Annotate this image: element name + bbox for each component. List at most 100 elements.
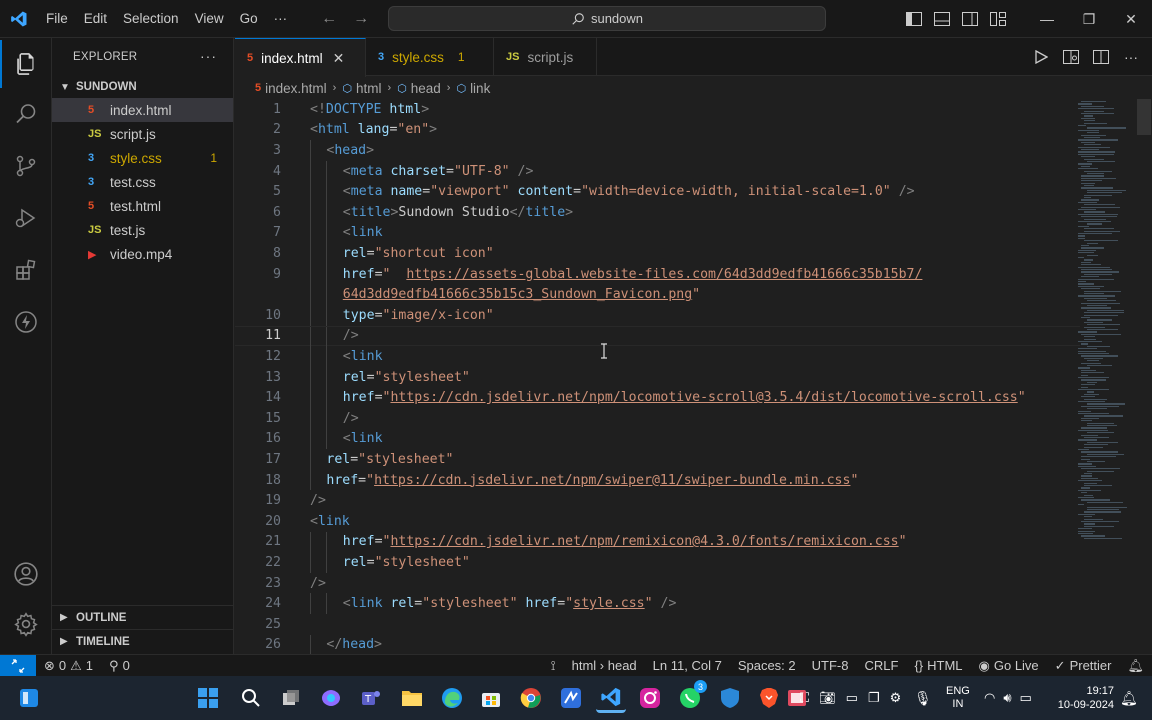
language-indicator[interactable]: ENG IN: [946, 676, 970, 720]
code-line[interactable]: 22 rel="stylesheet": [235, 552, 1080, 573]
code-line[interactable]: 1 <!DOCTYPE html>: [235, 99, 1080, 120]
minimize-button[interactable]: —: [1026, 0, 1068, 38]
remote-indicator-icon[interactable]: [0, 654, 36, 677]
code-line[interactable]: 14 href="https://cdn.jsdelivr.net/npm/loc…: [235, 387, 1080, 408]
teams-icon[interactable]: T: [356, 683, 386, 713]
language-mode[interactable]: {} HTML: [906, 658, 970, 673]
window-capture-icon[interactable]: ❐: [868, 690, 880, 706]
instagram-icon[interactable]: [635, 683, 665, 713]
minimap[interactable]: [1078, 99, 1136, 549]
customize-layout-icon[interactable]: [984, 0, 1012, 38]
split-editor-icon[interactable]: [1088, 44, 1114, 70]
prettier-button[interactable]: ✓ Prettier: [1047, 658, 1120, 674]
toggle-panel-icon[interactable]: [928, 0, 956, 38]
menu-go[interactable]: Go: [232, 0, 266, 38]
windows-widget-icon[interactable]: [14, 683, 44, 713]
code-line[interactable]: 6 <title>Sundown Studio</title>: [235, 202, 1080, 223]
status-breadcrumb[interactable]: html › head: [564, 658, 645, 673]
code-line[interactable]: 15 />: [235, 408, 1080, 429]
whatsapp-icon[interactable]: 3: [675, 680, 707, 713]
code-line[interactable]: 10 type="image/x-icon": [235, 305, 1080, 326]
code-line[interactable]: 12 <link: [235, 346, 1080, 367]
menu-more-button[interactable]: ···: [266, 0, 296, 38]
vector-app-icon[interactable]: [556, 683, 586, 713]
camera-icon[interactable]: 📷︎: [819, 690, 836, 706]
close-tab-icon[interactable]: ✕: [333, 50, 345, 67]
tab-style-css[interactable]: 3 style.css 1: [366, 38, 494, 76]
back-arrow-icon[interactable]: ←: [313, 10, 345, 28]
breadcrumb-head[interactable]: head: [411, 81, 441, 96]
breadcrumb-html[interactable]: html: [356, 81, 382, 96]
outline-section[interactable]: ▶ OUTLINE: [52, 605, 234, 629]
menu-edit[interactable]: Edit: [76, 0, 115, 38]
code-line[interactable]: 25: [235, 614, 1080, 635]
file-item[interactable]: ▶ video.mp4: [52, 242, 233, 266]
code-line[interactable]: 4 <meta charset="UTF-8" />: [235, 160, 1080, 182]
indentation[interactable]: Spaces: 2: [730, 658, 804, 673]
ports-status[interactable]: ⚲ 0: [101, 658, 138, 674]
search-view-icon[interactable]: [0, 90, 52, 138]
code-line[interactable]: 9 href=" https://assets-global.website-fi…: [235, 263, 1080, 285]
file-item[interactable]: JS script.js: [52, 122, 233, 146]
code-line[interactable]: 21 href="https://cdn.jsdelivr.net/npm/rem…: [235, 531, 1080, 553]
file-item[interactable]: 5 test.html: [52, 194, 233, 218]
end-of-line[interactable]: CRLF: [856, 658, 906, 673]
restore-button[interactable]: ❐: [1068, 0, 1110, 38]
defender-shield-icon[interactable]: [715, 683, 745, 713]
edge-browser-icon[interactable]: [437, 683, 467, 713]
code-line[interactable]: 26 </head>: [235, 634, 1080, 654]
explorer-icon[interactable]: [0, 40, 52, 88]
file-item[interactable]: 5 index.html: [52, 98, 233, 122]
close-window-button[interactable]: ✕: [1110, 0, 1152, 38]
tab-index-html[interactable]: 5 index.html ✕: [235, 38, 366, 77]
code-line[interactable]: 13 rel="stylesheet": [235, 366, 1080, 388]
code-line[interactable]: 18 href="https://cdn.jsdelivr.net/npm/swi…: [235, 469, 1080, 491]
menu-selection[interactable]: Selection: [115, 0, 187, 38]
gear-icon[interactable]: ⚙: [890, 690, 902, 706]
problems-status[interactable]: ⊗ 0 ⚠ 1: [36, 658, 101, 674]
notification-bell-icon[interactable]: 🔔︎: [1120, 676, 1138, 720]
chrome-icon[interactable]: [516, 683, 546, 713]
code-line[interactable]: 20 <link: [235, 511, 1080, 532]
code-line[interactable]: 17 rel="stylesheet": [235, 449, 1080, 470]
code-line[interactable]: 3 <head>: [235, 140, 1080, 161]
sync-icon[interactable]: ⟟: [543, 658, 564, 674]
taskbar-search-icon[interactable]: [236, 683, 266, 713]
breadcrumb-file[interactable]: index.html: [265, 81, 327, 96]
vertical-scrollbar[interactable]: [1137, 99, 1151, 135]
explorer-more-button[interactable]: ···: [200, 48, 217, 64]
menu-view[interactable]: View: [187, 0, 232, 38]
settings-gear-icon[interactable]: [0, 600, 52, 648]
breadcrumb-link[interactable]: link: [470, 81, 490, 96]
clock[interactable]: 19:17 10-09-2024: [1056, 676, 1114, 720]
notifications-bell-icon[interactable]: 🔔︎: [1119, 658, 1152, 674]
toggle-sidebar-icon[interactable]: [900, 0, 928, 38]
tab-script-js[interactable]: JS script.js: [494, 38, 597, 76]
brave-browser-icon[interactable]: [754, 683, 784, 713]
thunder-client-icon[interactable]: [0, 298, 52, 346]
code-line[interactable]: 5 <meta name="viewport" content="width=de…: [235, 181, 1080, 202]
system-tray[interactable]: ◠ 🔊︎ ▭: [984, 676, 1032, 720]
cursor-position[interactable]: Ln 11, Col 7: [645, 658, 730, 673]
code-editor[interactable]: 1 <!DOCTYPE html> 2 <html lang="en"> 3 <head>…: [235, 99, 1152, 654]
code-line[interactable]: 16 <link: [235, 428, 1080, 450]
accounts-icon[interactable]: [0, 550, 52, 598]
code-line[interactable]: 2 <html lang="en">: [235, 120, 1080, 141]
code-line[interactable]: 19 />: [235, 490, 1080, 511]
run-icon[interactable]: [1028, 44, 1054, 70]
menu-file[interactable]: File: [38, 0, 76, 38]
file-item[interactable]: 3 test.css: [52, 170, 233, 194]
microphone-icon[interactable]: 🎙︎: [914, 676, 932, 720]
capture-region-icon[interactable]: ⛶: [800, 690, 809, 706]
file-explorer-icon[interactable]: [397, 683, 427, 713]
open-preview-icon[interactable]: [1058, 44, 1084, 70]
toggle-secondary-sidebar-icon[interactable]: [956, 0, 984, 38]
workspace-folder[interactable]: ▼ SUNDOWN: [52, 76, 233, 98]
record-icon[interactable]: ▭: [846, 690, 858, 706]
forward-arrow-icon[interactable]: →: [345, 10, 377, 28]
code-line[interactable]: 23 />: [235, 573, 1080, 594]
copilot-icon[interactable]: [316, 683, 346, 713]
more-actions-button[interactable]: ···: [1118, 44, 1144, 70]
extensions-icon[interactable]: [0, 246, 52, 294]
code-line[interactable]: 8 rel="shortcut icon": [235, 243, 1080, 264]
